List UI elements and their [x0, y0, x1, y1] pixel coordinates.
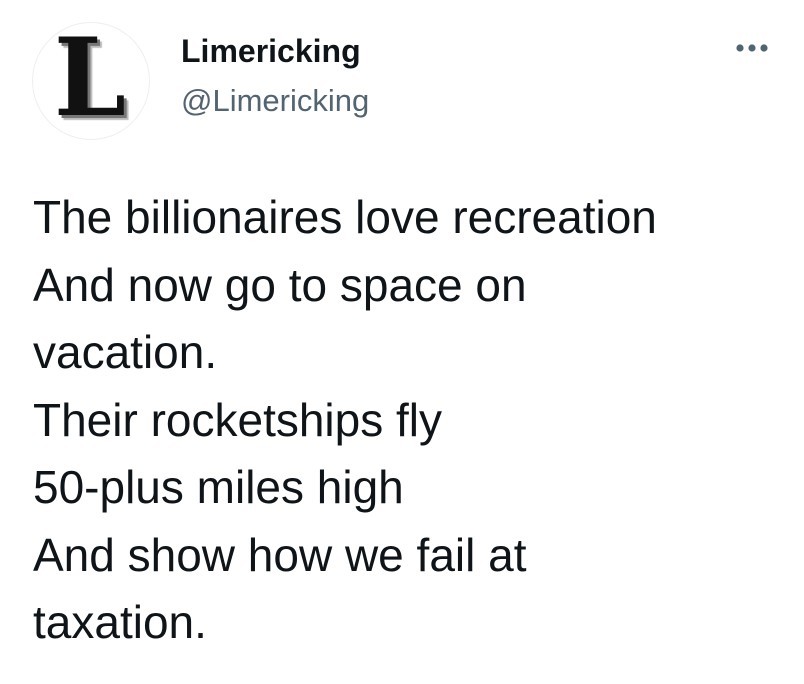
author-display-name[interactable]: Limericking [181, 32, 361, 70]
tweet-text-line: taxation. [33, 596, 207, 648]
more-horizontal-icon [736, 44, 768, 52]
tweet-text-line: 50-plus miles high [33, 461, 404, 513]
tweet-text-line: Their rocketships fly [33, 393, 443, 446]
tweet-text-line: The billionaires love recreation [33, 191, 657, 243]
tweet-text-line: And show how we fail at [33, 528, 527, 581]
tweet-text: The billionaires love recreation And now… [33, 184, 793, 657]
tweet: L Limericking @Limericking The billionai… [0, 0, 804, 684]
avatar-logo: L [53, 22, 127, 140]
tweet-text-line: vacation. [33, 326, 218, 378]
author-handle[interactable]: @Limericking [181, 82, 369, 120]
tweet-text-line: And now go to space on [33, 258, 527, 311]
avatar[interactable]: L [32, 22, 150, 140]
more-options-button[interactable] [728, 32, 776, 64]
